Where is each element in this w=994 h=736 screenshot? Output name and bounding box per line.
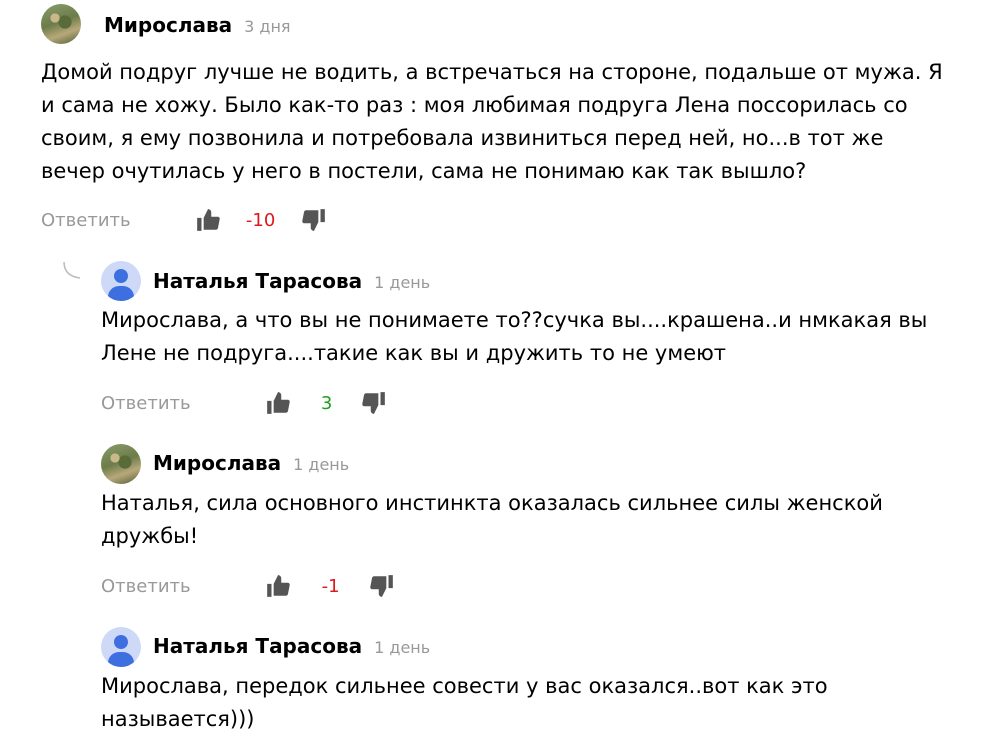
- reply-button[interactable]: Ответить: [41, 210, 131, 231]
- comment-text: Мирослава, а что вы не понимаете то??суч…: [101, 308, 928, 365]
- comment-header: Наталья Тарасова 1 день: [153, 269, 430, 293]
- reply-thread-icon: [63, 261, 81, 279]
- timestamp[interactable]: 1 день: [374, 638, 430, 657]
- comment-text: Мирослава, передок сильнее совести у вас…: [101, 674, 828, 731]
- avatar[interactable]: [101, 444, 141, 484]
- comment-actions: Ответить -1: [101, 571, 395, 601]
- comment-header: Наталья Тарасова 1 день: [153, 634, 430, 658]
- avatar-head: [114, 269, 128, 283]
- score-value: -1: [321, 575, 340, 597]
- comment-text: Наталья, сила основного инстинкта оказал…: [101, 491, 883, 548]
- avatar-body: [108, 286, 134, 301]
- thumbs-down-icon[interactable]: [301, 207, 327, 233]
- comment-actions: Ответить 3: [101, 388, 387, 418]
- score-value: -10: [245, 209, 276, 231]
- avatar[interactable]: [41, 4, 81, 44]
- comment-actions: Ответить -10: [41, 205, 327, 235]
- reply-button[interactable]: Ответить: [101, 576, 191, 597]
- author-name[interactable]: Мирослава: [153, 451, 281, 475]
- author-name[interactable]: Наталья Тарасова: [153, 634, 362, 658]
- thumbs-up-icon[interactable]: [265, 573, 291, 599]
- thumbs-up-icon[interactable]: [265, 390, 291, 416]
- author-name[interactable]: Мирослава: [104, 13, 232, 37]
- author-name[interactable]: Наталья Тарасова: [153, 269, 362, 293]
- timestamp[interactable]: 1 день: [293, 455, 349, 474]
- timestamp[interactable]: 3 дня: [244, 17, 290, 36]
- thumbs-down-icon[interactable]: [361, 390, 387, 416]
- comment-text: Домой подруг лучше не водить, а встречат…: [41, 60, 943, 183]
- timestamp[interactable]: 1 день: [374, 273, 430, 292]
- comment-header: Мирослава 3 дня: [104, 13, 291, 37]
- thumbs-down-icon[interactable]: [369, 573, 395, 599]
- thumbs-up-icon[interactable]: [195, 207, 221, 233]
- avatar-body: [108, 652, 134, 667]
- avatar[interactable]: [101, 627, 141, 667]
- avatar[interactable]: [101, 261, 141, 301]
- avatar-head: [114, 635, 128, 649]
- reply-button[interactable]: Ответить: [101, 393, 191, 414]
- score-value: 3: [320, 392, 333, 414]
- comment-header: Мирослава 1 день: [153, 451, 349, 475]
